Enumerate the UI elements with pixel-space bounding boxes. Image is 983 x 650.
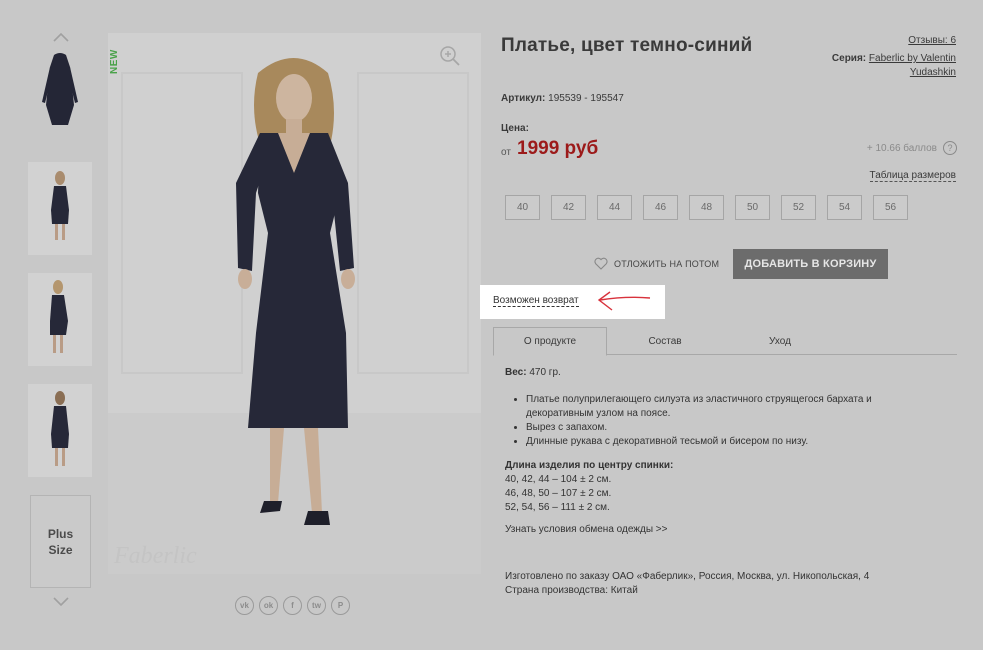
price-from: от [501, 147, 511, 158]
tab-care[interactable]: Уход [723, 327, 837, 355]
zoom-in-icon[interactable] [439, 45, 461, 67]
size-option[interactable]: 50 [735, 195, 770, 220]
price-value: 1999 руб [517, 138, 599, 159]
twitter-share-icon[interactable]: tw [307, 596, 326, 615]
bonus-points: + 10.66 баллов [866, 143, 937, 154]
weight-row: Вес: 470 гр. [505, 366, 925, 380]
length-line: 40, 42, 44 – 104 ± 2 см. [505, 474, 612, 485]
ok-share-icon[interactable]: ok [259, 596, 278, 615]
thumbs-up-chevron-icon[interactable] [50, 30, 72, 44]
help-icon[interactable]: ? [943, 141, 957, 155]
series-label: Серия: [831, 53, 867, 64]
size-option[interactable]: 48 [689, 195, 724, 220]
product-details: Вес: 470 гр. Платье полуприлегающего сил… [505, 366, 925, 537]
add-to-cart-button[interactable]: ДОБАВИТЬ В КОРЗИНУ [733, 249, 888, 279]
save-for-later-button[interactable]: ОТЛОЖИТЬ НА ПОТОМ [594, 257, 719, 270]
reviews-link[interactable]: Отзывы: 6 [908, 35, 956, 46]
weight-value: 470 гр. [529, 367, 561, 378]
tab-about-product[interactable]: О продукте [493, 327, 607, 356]
article-value: 195539 - 195547 [548, 93, 624, 104]
save-for-later-label: ОТЛОЖИТЬ НА ПОТОМ [614, 258, 720, 269]
new-badge: NEW [109, 49, 120, 74]
product-tabs: О продукте Состав Уход [493, 327, 957, 356]
share-buttons: vk ok f tw P [235, 596, 350, 615]
thumbnail-4[interactable] [28, 384, 92, 477]
thumbs-down-chevron-icon[interactable] [50, 595, 72, 609]
heart-icon [594, 257, 608, 270]
plus-size-line2: Size [48, 542, 73, 557]
size-option[interactable]: 54 [827, 195, 862, 220]
series-link[interactable]: Faberlic by Valentin Yudashkin [869, 53, 956, 78]
size-selector: 40 42 44 46 48 50 52 54 56 [505, 195, 908, 220]
article-label: Артикул: [501, 93, 546, 104]
thumbnail-1[interactable] [28, 47, 92, 140]
length-title: Длина изделия по центру спинки: [505, 460, 674, 471]
weight-label: Вес: [505, 367, 527, 378]
thumbnail-plus-size[interactable]: Plus Size [30, 495, 91, 588]
tab-composition[interactable]: Состав [608, 327, 722, 355]
article-info: Артикул: 195539 - 195547 [501, 93, 624, 104]
annotation-arrow-icon [597, 291, 651, 311]
facebook-share-icon[interactable]: f [283, 596, 302, 615]
size-option[interactable]: 42 [551, 195, 586, 220]
exchange-conditions-link[interactable]: Узнать условия обмена одежды >> [505, 523, 925, 537]
length-line: 52, 54, 56 – 111 ± 2 см. [505, 502, 610, 513]
main-product-image: Faberlic [108, 33, 481, 574]
return-possible-link[interactable]: Возможен возврат [493, 295, 579, 307]
thumbnail-2[interactable] [28, 162, 92, 255]
product-title: Платье, цвет темно-синий [501, 35, 753, 56]
svg-text:Faberlic: Faberlic [113, 543, 197, 569]
series-info: Серия: Faberlic by Valentin Yudashkin [806, 52, 956, 80]
vk-share-icon[interactable]: vk [235, 596, 254, 615]
price-label: Цена: [501, 123, 529, 134]
size-table-link[interactable]: Таблица размеров [869, 170, 956, 182]
manufacturer-info: Изготовлено по заказу ОАО «Фаберлик», Ро… [505, 570, 869, 598]
size-option[interactable]: 46 [643, 195, 678, 220]
list-item: Платье полуприлегающего силуэта из эласт… [526, 393, 925, 421]
size-option[interactable]: 40 [505, 195, 540, 220]
pinterest-share-icon[interactable]: P [331, 596, 350, 615]
size-option[interactable]: 56 [873, 195, 908, 220]
country-of-origin: Страна производства: Китай [505, 585, 638, 596]
features-list: Платье полуприлегающего силуэта из эласт… [526, 393, 925, 449]
list-item: Длинные рукава с декоративной тесьмой и … [526, 435, 925, 449]
made-by: Изготовлено по заказу ОАО «Фаберлик», Ро… [505, 571, 870, 582]
list-item: Вырез с запахом. [526, 421, 925, 435]
plus-size-line1: Plus [47, 526, 74, 541]
length-line: 46, 48, 50 – 107 ± 2 см. [505, 488, 612, 499]
size-option[interactable]: 44 [597, 195, 632, 220]
size-option[interactable]: 52 [781, 195, 816, 220]
thumbnail-3[interactable] [28, 273, 92, 366]
